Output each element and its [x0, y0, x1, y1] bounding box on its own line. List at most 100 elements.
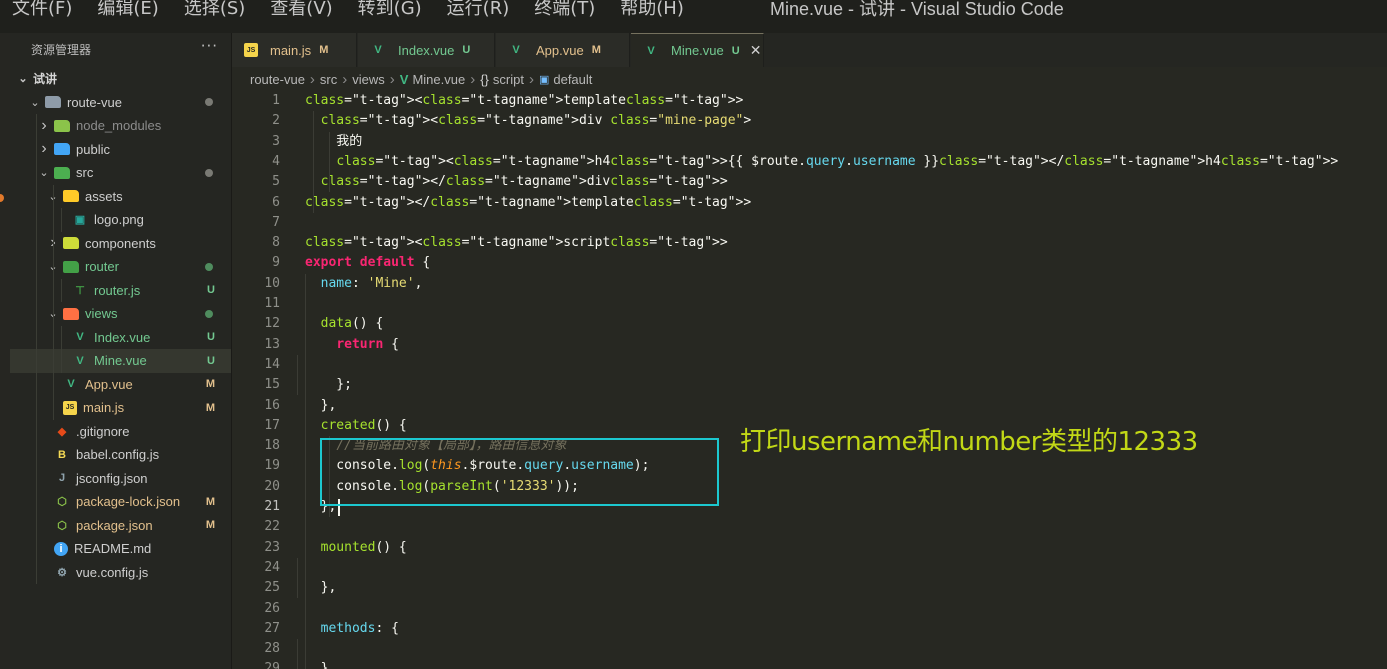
breadcrumb-item[interactable]: Mine.vue: [412, 72, 465, 87]
symbol-module-icon: ▣: [538, 73, 550, 86]
code-line: methods: {: [320, 620, 399, 636]
image-file-icon: ▣: [74, 214, 86, 227]
tree-item[interactable]: ·⚙vue.config.js: [10, 560, 231, 584]
tree-item[interactable]: ⌄router: [10, 255, 231, 279]
line-number: 5: [272, 174, 280, 190]
indent-guide: [53, 396, 54, 420]
tree-item[interactable]: ·⊤router.jsU: [10, 278, 231, 302]
tree-item[interactable]: ·VMine.vueU: [10, 349, 231, 373]
more-actions-icon[interactable]: ···: [201, 37, 218, 55]
tree-item[interactable]: ·⬡package-lock.jsonM: [10, 490, 231, 514]
tree-item-label: assets: [85, 188, 123, 204]
tree-item[interactable]: ⌄views: [10, 302, 231, 326]
indent-guide: [36, 137, 37, 161]
tree-item-label: router.js: [94, 282, 141, 298]
node-folder-icon: [54, 119, 70, 132]
vue-file-icon: V: [512, 44, 520, 56]
line-number: 21: [264, 499, 280, 514]
indent-guide: [36, 466, 37, 490]
code-line: class="t-tag"><class="t-tagname">templat…: [305, 93, 744, 108]
breadcrumb-item[interactable]: script: [493, 72, 524, 87]
tab-label: Mine.vue: [671, 43, 724, 58]
node-file-icon: ⬡: [57, 519, 67, 532]
chevron-right-icon: ›: [309, 70, 315, 88]
menu-item[interactable]: 编辑(E): [97, 0, 158, 22]
line-number: 10: [264, 275, 280, 291]
tree-item[interactable]: ·▣logo.png: [10, 208, 231, 232]
tab-mine-vue[interactable]: V Mine.vue U ✕: [631, 33, 764, 67]
js-file-icon: JS: [244, 43, 258, 57]
menu-item[interactable]: 查看(V): [270, 0, 332, 22]
braces-icon: {}: [480, 71, 489, 87]
tree-item-label: node_modules: [76, 118, 162, 134]
tree-item-label: public: [76, 141, 110, 157]
activity-bar: [0, 33, 10, 669]
indent-guide: [36, 419, 37, 443]
indent-guide: [61, 208, 62, 232]
menu-item[interactable]: 文件(F): [12, 0, 72, 22]
breadcrumb-item[interactable]: views: [352, 72, 385, 87]
line-number-gutter: 1 2 3 4 5 6 7 8 9 10 11 12 13 14 15 16 17 18 19 20 21 22 23 24 2…: [232, 91, 292, 669]
tree-item[interactable]: › node_modules: [10, 114, 231, 138]
tree-item-label: jsconfig.json: [76, 470, 148, 486]
line-number: 2: [272, 113, 280, 129]
indent-guide: [36, 349, 37, 373]
code-line: },: [305, 580, 337, 596]
menu-item[interactable]: 终端(T): [534, 0, 595, 22]
indent-guide: [36, 325, 37, 349]
indent-guide: [305, 273, 306, 669]
tree-item-label: package.json: [76, 517, 153, 533]
indent-guide: [53, 372, 54, 396]
explorer-sidebar: 资源管理器 ··· ⌄ 试讲 ⌄ route-vue › node_modules › p…: [10, 33, 232, 669]
tree-item[interactable]: ›components: [10, 231, 231, 255]
tree-item[interactable]: › public: [10, 137, 231, 161]
tab-main-js[interactable]: JS main.js M: [232, 33, 357, 67]
tree-item[interactable]: ·⬡package.jsonM: [10, 513, 231, 537]
indent-guide: [36, 161, 37, 185]
tree-item[interactable]: ·VApp.vueM: [10, 372, 231, 396]
breadcrumb-item[interactable]: route-vue: [250, 72, 305, 87]
status-dot: [205, 262, 213, 271]
indent-guide: [61, 325, 62, 349]
public-folder-icon: [54, 143, 70, 156]
menu-item[interactable]: 运行(R): [447, 0, 510, 22]
tree-item[interactable]: ·iREADME.md: [10, 537, 231, 561]
line-number: 14: [264, 356, 280, 372]
tree-item[interactable]: ⌄ src: [10, 161, 231, 185]
breadcrumb-item[interactable]: default: [553, 72, 592, 87]
tree-item[interactable]: ⌄assets: [10, 184, 231, 208]
tab-index-vue[interactable]: V Index.vue U: [358, 33, 495, 67]
menu-item[interactable]: 转到(G): [358, 0, 422, 22]
vue-file-icon: V: [67, 378, 75, 391]
line-number: 26: [264, 600, 280, 616]
tab-status-badge: M: [319, 44, 329, 56]
tree-item[interactable]: ·◆.gitignore: [10, 419, 231, 443]
tree-item[interactable]: ·VIndex.vueU: [10, 325, 231, 349]
tree-item[interactable]: ·JSmain.jsM: [10, 396, 231, 420]
indent-guide: [53, 184, 54, 208]
tab-app-vue[interactable]: V App.vue M: [496, 33, 630, 67]
menu-item[interactable]: 帮助(H): [620, 0, 684, 22]
line-number: 22: [264, 519, 280, 535]
menu-item[interactable]: 选择(S): [184, 0, 245, 22]
line-number: 16: [264, 397, 280, 413]
workspace-root[interactable]: ⌄ 试讲: [10, 67, 231, 91]
tree-item-label: route-vue: [67, 94, 122, 110]
tree-item[interactable]: ⌄ route-vue: [10, 91, 231, 115]
close-icon[interactable]: ✕: [750, 42, 762, 59]
line-number: 7: [272, 214, 280, 230]
src-folder-icon: [54, 166, 70, 179]
line-number: 9: [272, 255, 280, 271]
indent-guide: [36, 231, 37, 255]
tree-item[interactable]: ·Jjsconfig.json: [10, 466, 231, 490]
code-editor[interactable]: 1 2 3 4 5 6 7 8 9 10 11 12 13 14 15 16 17 18 19 20 21 22 23 24 2…: [232, 91, 1387, 669]
git-status-badge: U: [207, 354, 215, 367]
indent-guide: [36, 513, 37, 537]
indent-guide: [53, 302, 54, 326]
vue-config-file-icon: ⚙: [57, 566, 67, 579]
chevron-right-icon: ›: [342, 70, 348, 88]
tree-item[interactable]: ·Bbabel.config.js: [10, 443, 231, 467]
vue-file-icon: V: [374, 44, 382, 56]
breadcrumb-item[interactable]: src: [320, 72, 337, 87]
activity-badge: [0, 194, 4, 202]
